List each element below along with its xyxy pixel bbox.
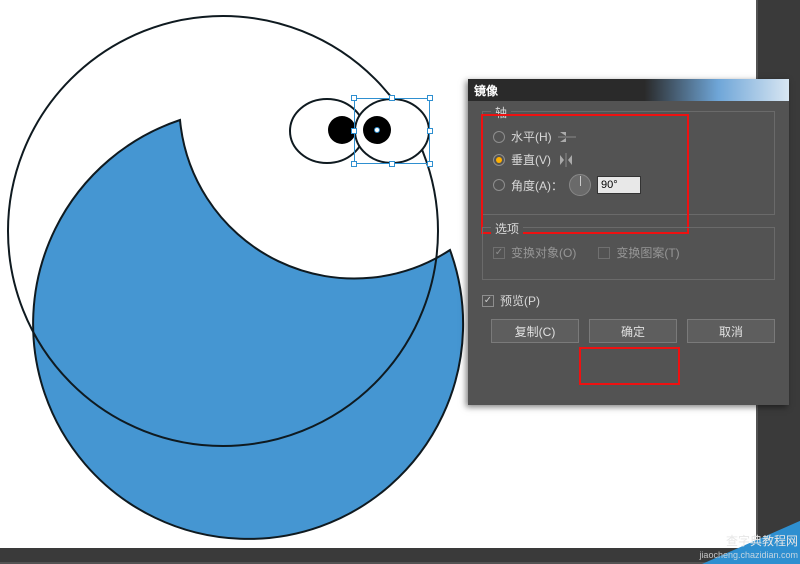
- tutorial-highlight-ok: [579, 347, 680, 385]
- watermark-line2: jiaocheng.chazidian.com: [699, 548, 798, 562]
- copy-button[interactable]: 复制(C): [491, 319, 579, 343]
- selection-handle-n[interactable]: [389, 95, 395, 101]
- transform-patterns-label: 变换图案(T): [616, 244, 679, 261]
- selection-handle-nw[interactable]: [351, 95, 357, 101]
- transform-objects-label: 变换对象(O): [511, 244, 576, 261]
- preview-row[interactable]: 预览(P): [482, 292, 775, 309]
- preview-label: 预览(P): [500, 292, 540, 309]
- app-dark-edge-bottom: [0, 548, 800, 562]
- selection-handle-ne[interactable]: [427, 95, 433, 101]
- tutorial-highlight-axis: [481, 114, 689, 234]
- selection-handle-s[interactable]: [389, 161, 395, 167]
- selection-handle-sw[interactable]: [351, 161, 357, 167]
- cancel-button[interactable]: 取消: [687, 319, 775, 343]
- selection-handle-w[interactable]: [351, 128, 357, 134]
- selection-center-point[interactable]: [374, 127, 380, 133]
- options-group-label: 选项: [491, 220, 523, 237]
- watermark-text: 查字典教程网 jiaocheng.chazidian.com: [699, 534, 798, 562]
- watermark-line1: 查字典教程网: [699, 534, 798, 548]
- transform-patterns-checkbox: [598, 247, 610, 259]
- transform-objects-checkbox: [493, 247, 505, 259]
- reflect-dialog: 镜像 轴 水平(H) 垂直(V) 角度(A)： 选项: [468, 79, 789, 405]
- preview-checkbox[interactable]: [482, 295, 494, 307]
- dialog-title[interactable]: 镜像: [468, 79, 789, 101]
- options-group: 选项 变换对象(O) 变换图案(T): [482, 227, 775, 280]
- selection-handle-se[interactable]: [427, 161, 433, 167]
- selection-handle-e[interactable]: [427, 128, 433, 134]
- selection-bounding-box[interactable]: [354, 98, 430, 164]
- watermark: 查字典教程网 jiaocheng.chazidian.com: [702, 520, 800, 564]
- ok-button[interactable]: 确定: [589, 319, 677, 343]
